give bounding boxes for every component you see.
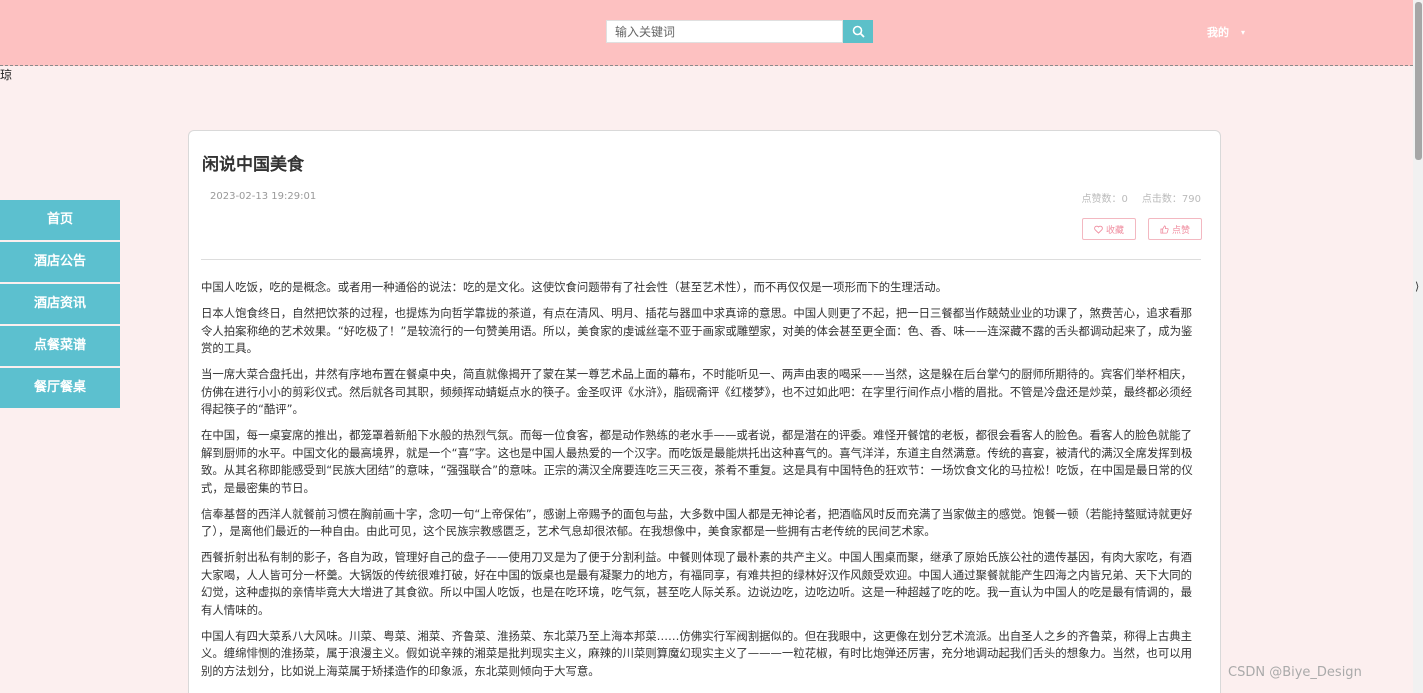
- article-paragraph: 中国人有四大菜系八大风味。川菜、粤菜、湘菜、齐鲁菜、淮扬菜、东北菜乃至上海本邦菜…: [201, 628, 1192, 678]
- like-count: 点赞数：0: [1081, 194, 1128, 205]
- article-content: 中国人吃饭，吃的是概念。或者用一种通俗的说法：吃的是文化。这使饮食问题带有了社会…: [201, 279, 1201, 689]
- article-paragraph: 西餐折射出私有制的影子，各自为政，管理好自己的盘子——使用刀叉是为了便于分割利益…: [201, 550, 1192, 617]
- top-header: 我的 ▾: [0, 0, 1413, 66]
- chevron-down-icon: ▾: [1241, 27, 1246, 37]
- article-stats: 点赞数：0 点击数：790: [1082, 190, 1201, 205]
- article-paragraph: 在中国，每一桌宴席的推出，都笼罩着新船下水般的热烈气氛。而每一位食客，都是动作熟…: [201, 428, 1193, 495]
- thumbs-up-icon: [1160, 224, 1169, 234]
- user-menu[interactable]: 我的 ▾: [1207, 24, 1245, 40]
- user-menu-label: 我的: [1207, 26, 1229, 39]
- search-icon: [852, 25, 865, 38]
- search-input[interactable]: [606, 20, 843, 43]
- article-paragraph: 信奉基督的西洋人就餐前习惯在胸前画十字，念叨一句“上帝保佑”，感谢上帝赐予的面包…: [201, 506, 1193, 539]
- sidebar-item-hotel-news[interactable]: 酒店资讯: [0, 284, 120, 324]
- click-count: 点击数：790: [1141, 194, 1201, 205]
- watermark: CSDN @Biye_Design: [1228, 665, 1362, 680]
- like-label: 点赞: [1171, 224, 1190, 235]
- article-title: 闲说中国美食: [202, 155, 304, 175]
- article-paragraph: 当一席大菜合盘托出，井然有序地布置在餐桌中央，简直就像揭开了蒙在某一尊艺术品上面…: [201, 367, 1192, 416]
- article-date: 2023-02-13 19:29:01: [210, 191, 317, 202]
- article-paragraph: 日本人饱食终日，自然把饮茶的过程，也提炼为向哲学靠拢的茶道，有点在清风、明月、插…: [201, 306, 1193, 355]
- page-scrollbar[interactable]: [1413, 0, 1423, 693]
- sidebar-item-home[interactable]: 首页: [0, 200, 120, 240]
- cursor-icon: ⟩: [1415, 280, 1420, 293]
- divider: [201, 259, 1201, 260]
- like-button[interactable]: 点赞: [1148, 218, 1202, 240]
- search-button[interactable]: [843, 20, 873, 43]
- heart-icon: [1094, 225, 1103, 234]
- article-card: 闲说中国美食 2023-02-13 19:29:01 点赞数：0 点击数：790…: [188, 130, 1221, 693]
- favorite-button[interactable]: 收藏: [1082, 218, 1136, 240]
- sidebar-item-hotel-notice[interactable]: 酒店公告: [0, 242, 120, 282]
- stray-glyph: 琼: [0, 68, 13, 82]
- sidebar-item-menu[interactable]: 点餐菜谱: [0, 326, 120, 366]
- sidebar-item-tables[interactable]: 餐厅餐桌: [0, 368, 120, 408]
- scrollbar-thumb[interactable]: [1415, 2, 1422, 160]
- sidebar-nav: 首页 酒店公告 酒店资讯 点餐菜谱 餐厅餐桌: [0, 200, 120, 410]
- article-paragraph: 中国人吃饭，吃的是概念。或者用一种通俗的说法：吃的是文化。这使饮食问题带有了社会…: [201, 280, 948, 294]
- favorite-label: 收藏: [1105, 224, 1124, 235]
